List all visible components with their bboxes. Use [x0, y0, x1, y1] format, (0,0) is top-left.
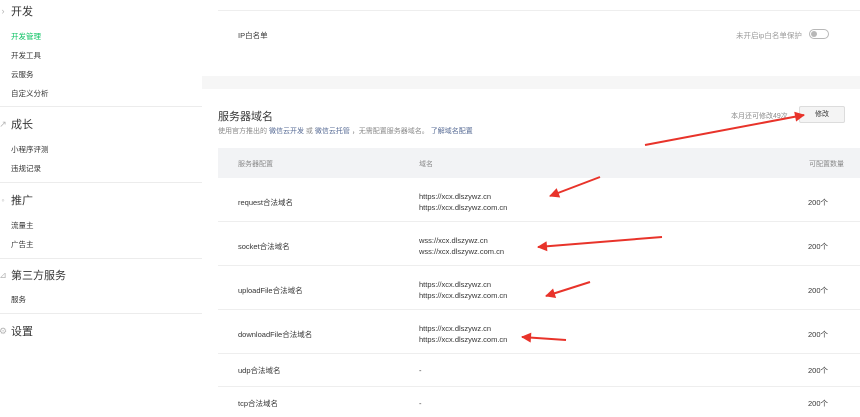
row-config-name: request合法域名: [238, 198, 294, 207]
nav-group-settings[interactable]: ⚙ 设置: [0, 323, 33, 339]
nav-group-label: 开发: [11, 6, 33, 18]
column-header-count: 可配置数量: [809, 161, 844, 168]
desc-text: ，无需配置服务器域名。: [351, 128, 429, 135]
row-config-name: downloadFile合法域名: [238, 330, 313, 339]
ip-whitelist-status: 未开启ip白名单保护: [736, 31, 802, 40]
domain-value: wss://xcx.dlszywz.com.cn: [419, 247, 505, 256]
gear-icon: ⚙: [0, 326, 8, 336]
growth-icon: ↗: [0, 119, 7, 129]
table-row: downloadFile合法域名 https://xcx.dlszywz.cn …: [218, 310, 860, 354]
row-config-name: uploadFile合法域名: [238, 286, 303, 295]
domain-value: -: [419, 399, 422, 408]
row-count: 200个: [807, 286, 828, 295]
sidebar-item-advertiser[interactable]: 广告主: [11, 240, 34, 250]
row-domains: wss://xcx.dlszywz.cn wss://xcx.dlszywz.c…: [419, 235, 504, 257]
modify-button[interactable]: 修改: [799, 106, 845, 123]
toggle-knob: [811, 30, 817, 37]
nav-group-label: 推广: [11, 195, 33, 207]
cloud-hosting-link[interactable]: 微信云托管: [315, 128, 350, 135]
nav-group-label: 第三方服务: [11, 270, 66, 282]
row-count: 200个: [807, 399, 828, 408]
row-domains: https://xcx.dlszywz.cn https://xcx.dlszy…: [419, 191, 507, 213]
domain-value: https://xcx.dlszywz.cn: [419, 324, 492, 333]
learn-domain-config-link[interactable]: 了解域名配置: [431, 128, 473, 135]
nav-group-growth[interactable]: ↗ 成长: [0, 116, 33, 132]
nav-divider: [0, 182, 202, 183]
divider: [218, 10, 860, 11]
domain-value: https://xcx.dlszywz.com.cn: [419, 291, 508, 300]
domain-value: wss://xcx.dlszywz.cn: [419, 236, 488, 245]
table-row: tcp合法域名 - 200个: [218, 387, 860, 417]
sidebar-item-service[interactable]: 服务: [11, 295, 26, 305]
ip-whitelist-label: IP白名单: [238, 31, 268, 40]
row-config-name: socket合法域名: [238, 242, 290, 251]
nav-divider: [0, 313, 202, 314]
sidebar: › 开发 开发管理 开发工具 云服务 自定义分析 ↗ 成长 小程序评测 违规记录…: [0, 0, 202, 417]
section-title: 服务器域名: [218, 111, 273, 123]
row-domains: https://xcx.dlszywz.cn https://xcx.dlszy…: [419, 279, 507, 301]
row-count: 200个: [807, 242, 828, 251]
sidebar-item-violations[interactable]: 违规记录: [11, 164, 41, 174]
sidebar-item-dev-management[interactable]: 开发管理: [11, 32, 41, 42]
server-domain-card: 服务器域名 使用官方推出的 微信云开发 或 微信云托管 ，无需配置服务器域名。 …: [202, 89, 860, 417]
promotion-icon: ◦: [1, 195, 5, 205]
ip-whitelist-card: IP白名单 未开启ip白名单保护: [202, 0, 860, 76]
sidebar-item-evaluation[interactable]: 小程序评测: [11, 145, 49, 155]
column-header-domain: 域名: [419, 161, 433, 168]
sidebar-item-traffic-owner[interactable]: 流量主: [11, 221, 34, 231]
domain-value: https://xcx.dlszywz.com.cn: [419, 335, 508, 344]
row-count: 200个: [807, 198, 828, 207]
sidebar-item-custom-analysis[interactable]: 自定义分析: [11, 89, 49, 99]
chevron-icon: ›: [1, 6, 5, 16]
nav-group-third-party[interactable]: ⊿ 第三方服务: [0, 267, 66, 283]
row-count: 200个: [807, 330, 828, 339]
remaining-modifications: 本月还可修改49次: [731, 113, 788, 120]
table-row: uploadFile合法域名 https://xcx.dlszywz.cn ht…: [218, 266, 860, 310]
ip-whitelist-toggle[interactable]: [809, 29, 829, 39]
table-header: 服务器配置 域名 可配置数量: [218, 148, 860, 178]
desc-text: 或: [305, 128, 313, 135]
table-row: udp合法域名 - 200个: [218, 354, 860, 387]
nav-group-promotion[interactable]: ◦ 推广: [0, 192, 33, 208]
nav-divider: [0, 106, 202, 107]
row-count: 200个: [807, 366, 828, 375]
row-domains: -: [419, 398, 422, 409]
row-domains: https://xcx.dlszywz.cn https://xcx.dlszy…: [419, 323, 507, 345]
cloud-dev-link[interactable]: 微信云开发: [269, 128, 304, 135]
sidebar-item-dev-tools[interactable]: 开发工具: [11, 51, 41, 61]
nav-group-label: 设置: [11, 326, 33, 338]
nav-group-develop[interactable]: › 开发: [0, 3, 34, 19]
column-header-config: 服务器配置: [238, 161, 273, 168]
domain-value: https://xcx.dlszywz.cn: [419, 192, 492, 201]
sidebar-item-cloud-service[interactable]: 云服务: [11, 70, 34, 80]
table-row: socket合法域名 wss://xcx.dlszywz.cn wss://xc…: [218, 222, 860, 266]
domain-value: -: [419, 366, 422, 375]
third-party-icon: ⊿: [0, 270, 7, 280]
domain-value: https://xcx.dlszywz.cn: [419, 280, 492, 289]
table-row: request合法域名 https://xcx.dlszywz.cn https…: [218, 178, 860, 222]
row-domains: -: [419, 365, 422, 376]
desc-text: 使用官方推出的: [218, 128, 267, 135]
row-config-name: tcp合法域名: [238, 399, 279, 408]
nav-divider: [0, 258, 202, 259]
domain-value: https://xcx.dlszywz.com.cn: [419, 203, 508, 212]
nav-group-label: 成长: [11, 119, 33, 131]
section-description: 使用官方推出的 微信云开发 或 微信云托管 ，无需配置服务器域名。 了解域名配置: [218, 126, 473, 136]
row-config-name: udp合法域名: [238, 366, 281, 375]
